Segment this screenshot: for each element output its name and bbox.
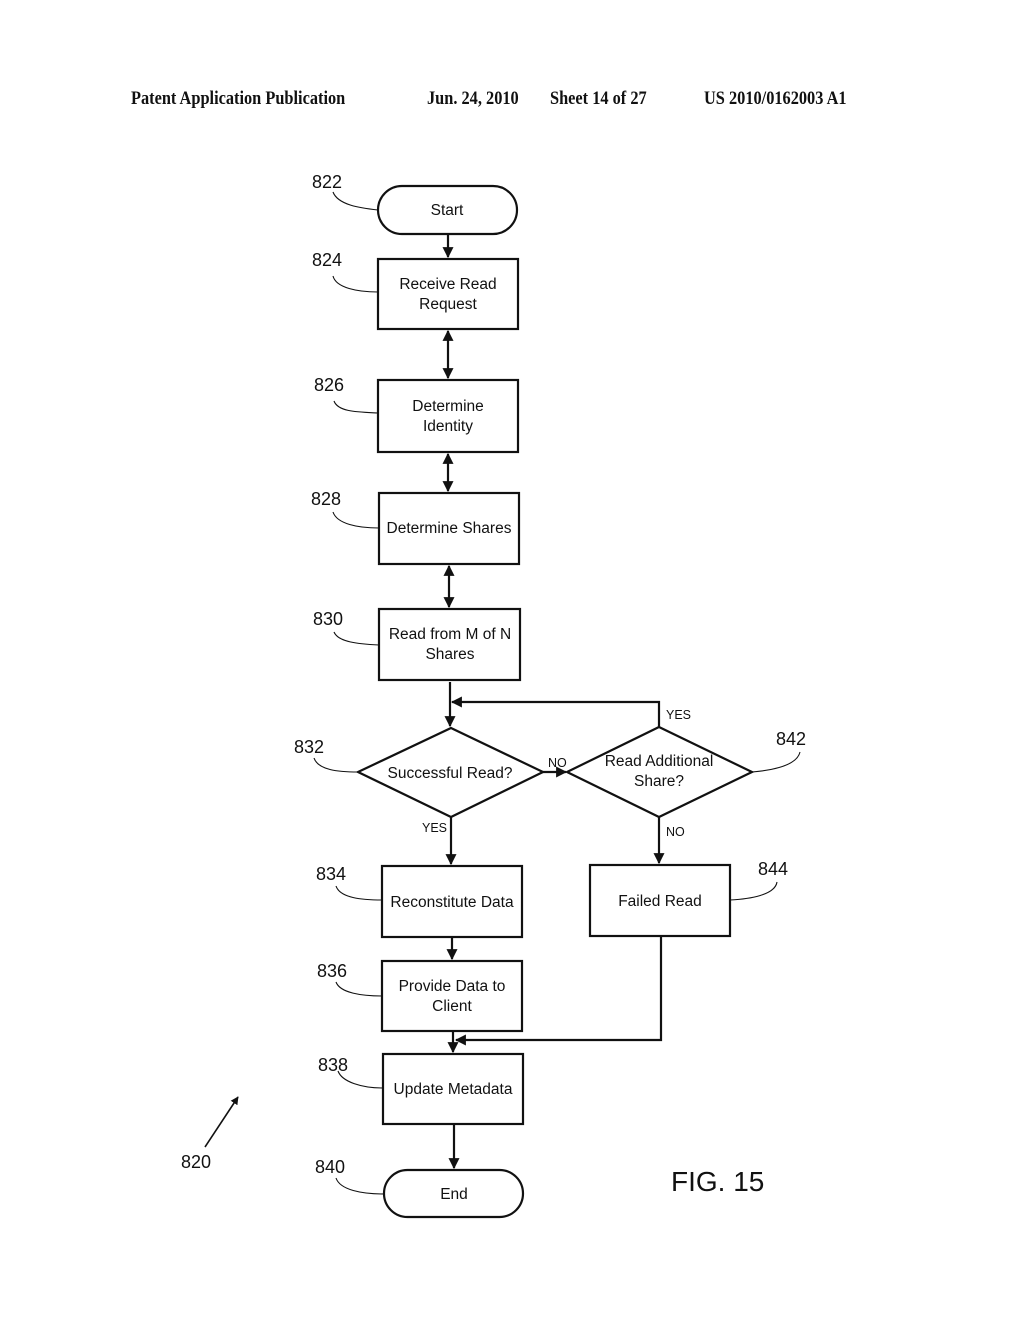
node-836-label-line2: Client — [432, 998, 472, 1015]
leader-830 — [333, 631, 380, 646]
figure-reference-arrow — [204, 1096, 239, 1148]
node-844-label: Failed Read — [618, 893, 702, 910]
ref-822: 822 — [312, 172, 342, 192]
leader-824 — [332, 275, 379, 293]
node-824-label-line2: Request — [419, 296, 477, 313]
node-826-determine-identity: Determine Identity — [376, 378, 520, 454]
node-830-label-line1: Read from M of N — [389, 626, 511, 643]
node-838-label: Update Metadata — [394, 1081, 513, 1098]
node-826-label-line2: Identity — [423, 418, 473, 435]
node-832-successful-read: Successful Read? — [355, 726, 546, 819]
leader-826 — [333, 400, 379, 414]
ref-836: 836 — [317, 961, 347, 981]
edge-842-832-yes — [450, 696, 661, 727]
ref-844: 844 — [758, 859, 788, 879]
node-840-label: End — [440, 1186, 468, 1203]
leader-844 — [729, 881, 778, 901]
node-824-receive-read-request: Receive Read Request — [376, 257, 520, 331]
edge-label-yes-832: YES — [422, 821, 447, 835]
node-830-read-m-of-n: Read from M of N Shares — [377, 607, 522, 682]
node-834-reconstitute-data: Reconstitute Data — [380, 864, 524, 939]
node-830-label-line2: Shares — [425, 646, 474, 663]
node-838-update-metadata: Update Metadata — [381, 1052, 525, 1126]
leader-828 — [332, 511, 380, 529]
leader-822 — [332, 191, 379, 211]
ref-824: 824 — [312, 250, 342, 270]
node-842-read-additional-share: Read Additional Share? — [564, 725, 755, 819]
node-842-label-line2: Share? — [634, 773, 684, 790]
node-842-label-line1: Read Additional — [605, 753, 714, 770]
ref-834: 834 — [316, 864, 346, 884]
edge-label-no-842: NO — [666, 825, 685, 839]
leader-832 — [313, 757, 359, 773]
flowchart: YES NO YES NO Start Receive Read Request… — [181, 172, 806, 1219]
leader-840 — [335, 1177, 385, 1195]
node-844-failed-read: Failed Read — [588, 863, 732, 938]
ref-832: 832 — [294, 737, 324, 757]
node-822-start: Start — [376, 184, 519, 236]
ref-838: 838 — [318, 1055, 348, 1075]
leader-836 — [335, 981, 383, 997]
figure-reference-820: 820 — [181, 1152, 211, 1172]
ref-830: 830 — [313, 609, 343, 629]
node-834-label: Reconstitute Data — [390, 894, 514, 911]
figure-label: FIG. 15 — [671, 1166, 764, 1197]
edge-label-yes-loop: YES — [666, 708, 691, 722]
ref-840: 840 — [315, 1157, 345, 1177]
ref-826: 826 — [314, 375, 344, 395]
node-840-end: End — [382, 1168, 525, 1219]
leader-834 — [335, 885, 383, 901]
edge-label-no-832: NO — [548, 756, 567, 770]
ref-842: 842 — [776, 729, 806, 749]
node-836-provide-data-to-client: Provide Data to Client — [380, 959, 524, 1033]
node-824-label-line1: Receive Read — [399, 276, 496, 293]
node-832-label: Successful Read? — [388, 765, 513, 782]
ref-828: 828 — [311, 489, 341, 509]
node-828-label: Determine Shares — [387, 520, 512, 537]
leader-842 — [751, 751, 801, 773]
node-836-label-line1: Provide Data to — [399, 978, 506, 995]
node-822-label: Start — [431, 202, 464, 219]
node-828-determine-shares: Determine Shares — [377, 491, 521, 566]
node-826-label-line1: Determine — [412, 398, 484, 415]
